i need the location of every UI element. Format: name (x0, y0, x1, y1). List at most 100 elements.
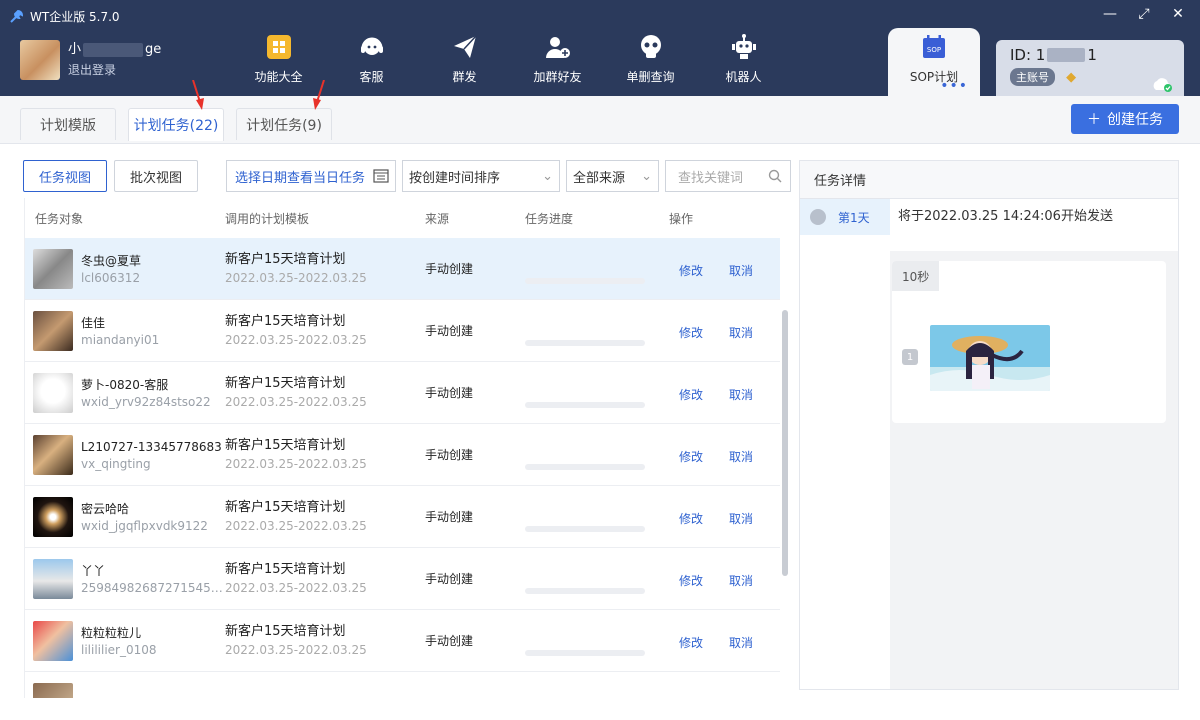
nav-item-delete-check[interactable]: 单删查询 (604, 28, 697, 96)
sort-select[interactable]: 按创建时间排序 ⌄ (402, 160, 560, 192)
tab-plan-template[interactable]: 计划模版 (20, 108, 116, 140)
row-template: 新客户15天培育计划 (225, 623, 346, 639)
row-source: 手动创建 (425, 634, 474, 648)
cancel-link[interactable]: 取消 (729, 510, 753, 527)
robot-icon (731, 34, 756, 59)
delay-label: 10秒 (892, 261, 940, 291)
row-date: 2022.03.25-2022.03.25 (225, 456, 367, 471)
table-row[interactable]: 密云哈哈 wxid_jgqflpxvdk9122 新客户15天培育计划 2022.0… (25, 486, 780, 548)
row-source: 手动创建 (425, 386, 474, 400)
edit-link[interactable]: 修改 (679, 262, 703, 279)
row-id: lcl606312 (81, 270, 141, 285)
row-template: 新客户15天培育计划 (225, 437, 346, 453)
cancel-link[interactable]: 取消 (729, 634, 753, 651)
row-date: 2022.03.25-2022.03.25 (225, 580, 367, 595)
create-task-label: 创建任务 (1107, 112, 1163, 128)
row-source: 手动创建 (425, 510, 474, 524)
table-row[interactable]: 粒粒粒粒儿 lilililier_0108 新客户15天培育计划 2022.03.2… (25, 610, 780, 672)
user-name-suffix: ge (145, 42, 162, 57)
table-row[interactable] (25, 672, 780, 698)
add-friend-icon (545, 37, 570, 58)
edit-link[interactable]: 修改 (679, 510, 703, 527)
avatar (33, 248, 73, 289)
col-target: 任务对象 (35, 211, 84, 226)
avatar (33, 496, 73, 537)
anime-girl-image (930, 325, 1050, 391)
source-select[interactable]: 全部来源 ⌄ (566, 160, 659, 192)
sort-select-value: 按创建时间排序 (409, 170, 501, 186)
avatar[interactable] (20, 40, 60, 80)
redacted-mask (83, 43, 144, 57)
user-name: 小 ge (68, 40, 161, 60)
cancel-link[interactable]: 取消 (729, 386, 753, 403)
main-nav: 功能大全 客服 群发 加群好友 单删查询 机器人 SOP SOP计划 ••• (232, 28, 980, 96)
edit-link[interactable]: 修改 (679, 448, 703, 465)
row-template: 新客户15天培育计划 (225, 499, 346, 515)
progress-bar (525, 401, 645, 408)
progress-bar (525, 277, 645, 284)
search-input[interactable]: 查找关键词 (665, 160, 791, 192)
progress-bar (525, 339, 645, 346)
wrench-logo-icon (10, 9, 24, 23)
progress-bar (525, 525, 645, 532)
nav-label: 功能大全 (254, 70, 303, 84)
edit-link[interactable]: 修改 (679, 324, 703, 341)
plus-icon: ＋ (1087, 112, 1101, 128)
nav-item-broadcast[interactable]: 群发 (418, 28, 511, 96)
nav-item-add-friends[interactable]: 加群好友 (511, 28, 604, 96)
headset-icon (360, 37, 383, 55)
row-date: 2022.03.25-2022.03.25 (225, 642, 367, 657)
minimize-icon[interactable]: — (1102, 6, 1118, 22)
sop-calendar-icon: SOP (923, 35, 945, 58)
logout-link[interactable]: 退出登录 (68, 60, 161, 80)
more-dots-icon[interactable]: ••• (940, 78, 968, 94)
cancel-link[interactable]: 取消 (729, 324, 753, 341)
cancel-link[interactable]: 取消 (729, 262, 753, 279)
row-id: lilililier_0108 (81, 642, 157, 657)
row-name: 粒粒粒粒儿 (81, 625, 142, 640)
table-row[interactable]: 冬虫@夏草 lcl606312 新客户15天培育计划 2022.03.25-2022… (25, 238, 780, 300)
cancel-link[interactable]: 取消 (729, 448, 753, 465)
table-row[interactable]: L210727-13345778683 vx_qingting 新客户15天培育计… (25, 424, 780, 486)
edit-link[interactable]: 修改 (679, 634, 703, 651)
tab-bar: 计划模版 计划任务(22) 计划任务(9) (0, 80, 1200, 144)
sop-icon-text: SOP (927, 46, 941, 54)
row-id: wxid_yrv92z84stso22 (81, 394, 211, 409)
edit-link[interactable]: 修改 (679, 386, 703, 403)
day-list: 第1天 (800, 199, 890, 689)
avatar (33, 558, 73, 599)
day-item[interactable]: 第1天 (800, 199, 890, 235)
progress-bar (525, 587, 645, 594)
row-template: 新客户15天培育计划 (225, 313, 346, 329)
task-view-button[interactable]: 任务视图 (23, 160, 107, 192)
avatar (33, 434, 73, 475)
nav-item-robot[interactable]: 机器人 (697, 28, 790, 96)
create-task-button[interactable]: ＋ 创建任务 (1071, 104, 1179, 134)
table-scrollbar[interactable] (782, 310, 788, 576)
edit-link[interactable]: 修改 (679, 572, 703, 589)
avatar (33, 310, 73, 351)
row-template: 新客户15天培育计划 (225, 375, 346, 391)
cancel-link[interactable]: 取消 (729, 572, 753, 589)
detail-title: 任务详情 (800, 161, 1178, 199)
maximize-icon[interactable]: ⤢ (1136, 6, 1152, 22)
nav-item-sop[interactable]: SOP SOP计划 ••• (888, 28, 980, 96)
grid-icon (266, 35, 291, 59)
col-template: 调用的计划模板 (225, 211, 310, 226)
tab-plan-tasks-22[interactable]: 计划任务(22) (128, 108, 224, 141)
table-row[interactable]: 萝卜-0820-客服 wxid_yrv92z84stso22 新客户15天培育计划… (25, 362, 780, 424)
message-image[interactable] (930, 325, 1050, 391)
row-id: miandanyi01 (81, 332, 160, 347)
nav-label: 单删查询 (626, 70, 675, 84)
date-picker[interactable]: 选择日期查看当日任务 (226, 160, 396, 192)
cloud-status-icon[interactable] (1150, 74, 1174, 92)
batch-view-button[interactable]: 批次视图 (114, 160, 198, 192)
close-icon[interactable]: ✕ (1170, 6, 1186, 22)
message-index: 1 (902, 349, 918, 365)
nav-item-service[interactable]: 客服 (325, 28, 418, 96)
table-row[interactable]: 丫丫 25984982687271545@... 新客户15天培育计划 2022.0… (25, 548, 780, 610)
send-icon (453, 35, 477, 58)
table-row[interactable]: 佳佳 miandanyi01 新客户15天培育计划 2022.03.25-2022.… (25, 300, 780, 362)
message-card: 10秒 1 (892, 261, 1166, 423)
tab-plan-tasks-9[interactable]: 计划任务(9) (236, 108, 332, 140)
